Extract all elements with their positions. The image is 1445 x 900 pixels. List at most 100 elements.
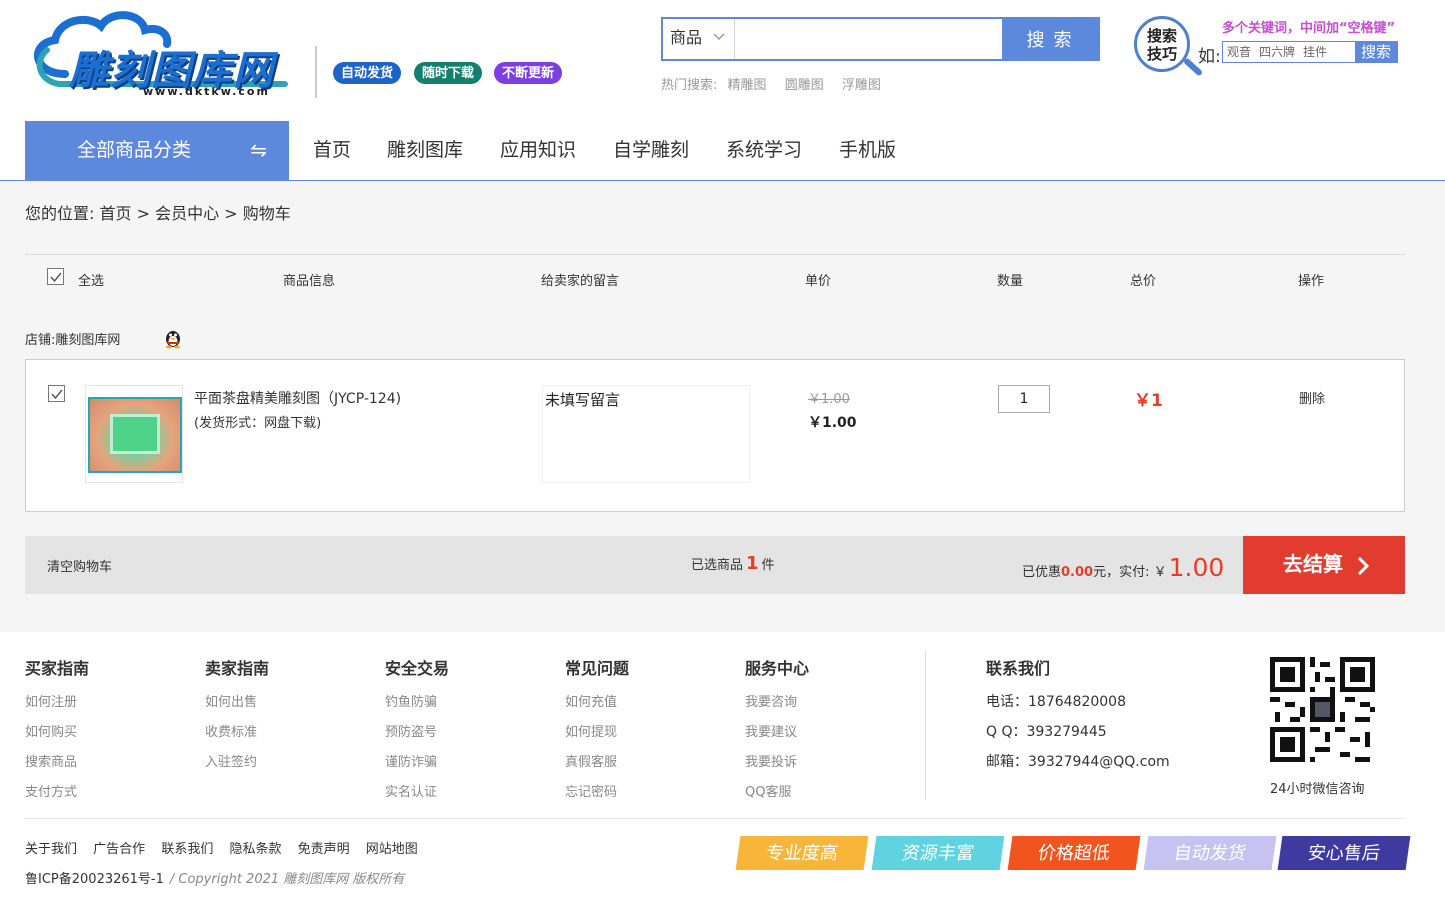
search-category-select[interactable]: 商品 (663, 19, 735, 59)
hot-search-link[interactable]: 圆雕图 (785, 78, 824, 93)
discount-suffix: 元，实付: (1093, 565, 1150, 580)
feature-tag: 专业度高 (735, 836, 869, 870)
qq-penguin-icon[interactable] (162, 327, 184, 349)
footer-bottom-link[interactable]: 广告合作 (93, 842, 145, 857)
footer-link[interactable]: 收费标准 (205, 721, 269, 751)
nav-home[interactable]: 首页 (313, 121, 351, 181)
footer-link[interactable]: 搜索商品 (25, 751, 89, 781)
footer-link[interactable]: 如何出售 (205, 691, 269, 721)
search-tips: 搜索 技巧 多个关键词，中间加“空格键” 如: 观音 四六牌 挂件 搜索 (1130, 12, 1410, 92)
footer-col-title: 常见问题 (565, 661, 630, 678)
breadcrumb-home[interactable]: 首页 (100, 204, 132, 223)
delete-item-button[interactable]: 删除 (1299, 388, 1325, 407)
search-category-value: 商品 (670, 30, 703, 47)
icp-number[interactable]: 鲁ICP备20023261号-1 (25, 872, 164, 887)
quantity-input[interactable]: 1 (998, 385, 1050, 413)
all-categories-label: 全部商品分类 (77, 140, 192, 161)
selected-suffix: 件 (761, 558, 775, 573)
tips-example[interactable]: 四六牌 (1255, 42, 1299, 62)
tips-search-button[interactable]: 搜索 (1354, 42, 1397, 62)
footer-link[interactable]: 谨防诈骗 (385, 751, 449, 781)
footer-link[interactable]: 实名认证 (385, 781, 449, 811)
nav-knowledge[interactable]: 应用知识 (500, 121, 576, 181)
site-logo[interactable]: 雕刻图库网 www.dktkw.com (25, 8, 305, 100)
clear-cart-button[interactable]: 清空购物车 (47, 556, 112, 575)
icp-record: 鲁ICP备20023261号-1 / Copyright 2021 雕刻图库网 版… (25, 868, 404, 887)
footer-link[interactable]: 我要建议 (745, 721, 809, 751)
chevron-right-icon (1357, 556, 1369, 576)
chevron-down-icon (713, 33, 725, 41)
header-quantity: 数量 (997, 274, 1024, 289)
hot-search-link[interactable]: 精雕图 (728, 78, 767, 93)
footer-link[interactable]: 我要咨询 (745, 691, 809, 721)
contact-title: 联系我们 (986, 661, 1051, 678)
contact-qq: Q Q：393279445 (986, 724, 1107, 740)
footer-col-title: 卖家指南 (205, 661, 270, 678)
cart-page: 您的位置: 首页 > 会员中心 > 购物车 全选 商品信息 给卖家的留言 单价 … (0, 181, 1445, 632)
feature-tag: 资源丰富 (871, 836, 1005, 870)
tips-example[interactable]: 观音 (1223, 42, 1255, 62)
hot-search-link[interactable]: 浮雕图 (842, 78, 881, 93)
footer-link[interactable]: QQ客服 (745, 781, 809, 811)
product-thumbnail[interactable] (85, 385, 183, 483)
footer-link[interactable]: 如何提现 (565, 721, 629, 751)
nav-mobile[interactable]: 手机版 (839, 121, 896, 181)
footer-link[interactable]: 如何购买 (25, 721, 89, 751)
wechat-qr-code-icon (1270, 657, 1375, 762)
shop-name[interactable]: 雕刻图库网 (55, 333, 120, 348)
checkout-button[interactable]: 去结算 (1243, 536, 1405, 594)
footer-link[interactable]: 我要投诉 (745, 751, 809, 781)
search-button[interactable]: 搜 索 (1002, 19, 1098, 59)
item-checkbox[interactable] (48, 385, 65, 402)
footer-link[interactable]: 入驻签约 (205, 751, 269, 781)
product-name[interactable]: 平面茶盘精美雕刻图（JYCP-124) (194, 388, 401, 408)
footer-line (25, 818, 1405, 819)
checkout-label: 去结算 (1283, 554, 1343, 576)
header-action: 操作 (1298, 274, 1325, 289)
nav-gallery[interactable]: 雕刻图库 (387, 121, 463, 181)
footer-col-buyer: 买家指南 如何注册 如何购买 搜索商品 支付方式 (25, 655, 89, 811)
feature-tag: 自动发货 (1143, 836, 1277, 870)
footer-link[interactable]: 忘记密码 (565, 781, 629, 811)
breadcrumb-label: 您的位置: (25, 204, 95, 223)
header-total: 总价 (1130, 274, 1157, 289)
discount-prefix: 已优惠 (1022, 565, 1062, 580)
seller-message-field[interactable]: 未填写留言 (542, 385, 750, 483)
search-tips-examples: 观音 四六牌 挂件 搜索 (1222, 41, 1398, 63)
badge-auto-ship: 自动发货 (333, 62, 402, 84)
footer-bottom-link[interactable]: 网站地图 (366, 842, 418, 857)
breadcrumb-current: 购物车 (242, 204, 291, 223)
footer-col-title: 服务中心 (745, 661, 810, 678)
breadcrumb-member[interactable]: 会员中心 (155, 204, 219, 223)
nav-self-study[interactable]: 自学雕刻 (613, 121, 689, 181)
contact-email: 邮箱：39327944@QQ.com (986, 754, 1170, 770)
unit-price: ￥1.00 (808, 415, 857, 431)
footer-bottom-link[interactable]: 隐私条款 (229, 842, 281, 857)
footer-col-title: 安全交易 (385, 661, 450, 678)
search-input[interactable] (736, 19, 1004, 59)
footer-bottom-link[interactable]: 关于我们 (25, 842, 77, 857)
main-nav: 全部商品分类 ⇋ 首页 雕刻图库 应用知识 自学雕刻 系统学习 手机版 (0, 121, 1445, 181)
footer-divider (925, 650, 926, 800)
footer-col-faq: 常见问题 如何充值 如何提现 真假客服 忘记密码 (565, 655, 629, 811)
footer-bottom-link[interactable]: 免责声明 (298, 842, 350, 857)
footer-link[interactable]: 支付方式 (25, 781, 89, 811)
cart-summary-bar: 清空购物车 已选商品 1 件 已优惠0.00元，实付: ￥1.00 去结算 (25, 536, 1405, 594)
tips-example[interactable]: 挂件 (1299, 42, 1331, 62)
nav-system-study[interactable]: 系统学习 (726, 121, 802, 181)
search-tips-magnifier-icon: 搜索 技巧 (1134, 16, 1190, 72)
footer-link[interactable]: 真假客服 (565, 751, 629, 781)
all-categories-button[interactable]: 全部商品分类 ⇋ (25, 121, 289, 181)
cart-table-header: 全选 商品信息 给卖家的留言 单价 数量 总价 操作 (25, 254, 1405, 300)
footer-link[interactable]: 如何注册 (25, 691, 89, 721)
footer-bottom-link[interactable]: 联系我们 (161, 842, 213, 857)
footer-col-service: 服务中心 我要咨询 我要建议 我要投诉 QQ客服 (745, 655, 809, 811)
copyright: / Copyright 2021 雕刻图库网 版权所有 (169, 872, 405, 887)
footer-col-title: 买家指南 (25, 661, 90, 678)
footer-link[interactable]: 钓鱼防骗 (385, 691, 449, 721)
footer-link[interactable]: 如何充值 (565, 691, 629, 721)
footer-contact: 联系我们 电话：18764820008 Q Q：393279445 邮箱：393… (986, 655, 1170, 781)
footer-link[interactable]: 预防盗号 (385, 721, 449, 751)
select-all-checkbox[interactable] (47, 268, 64, 285)
badge-update: 不断更新 (494, 62, 563, 84)
